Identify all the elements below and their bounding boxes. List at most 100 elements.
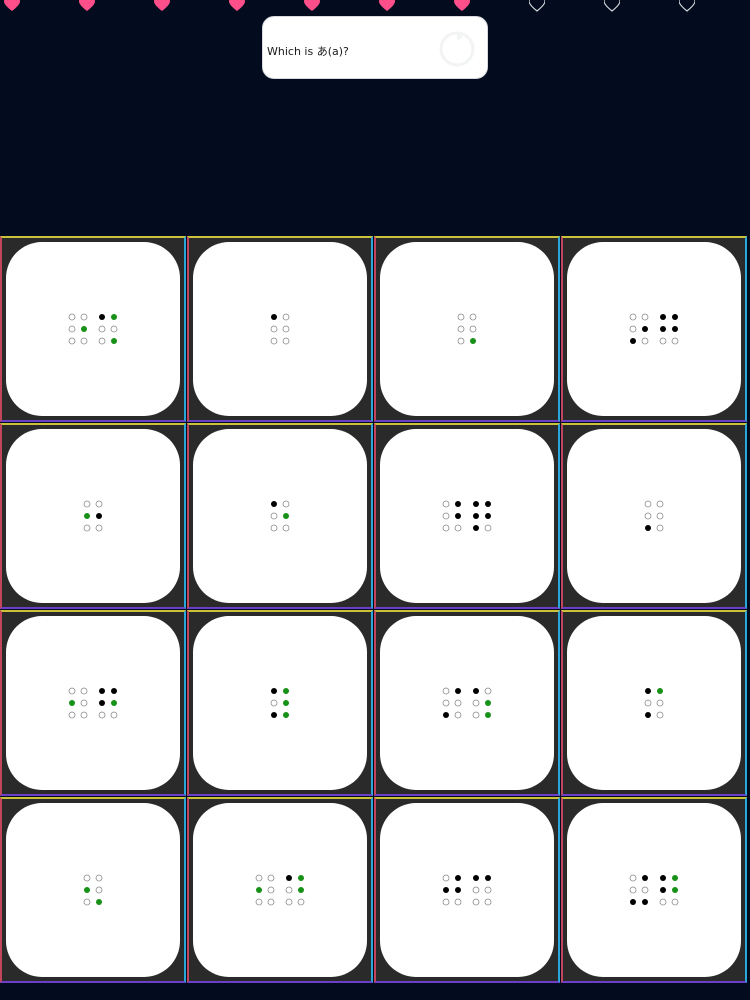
braille-dot-highlight <box>470 338 476 344</box>
braille-dot-empty <box>68 337 76 345</box>
braille-dot-empty <box>68 711 76 719</box>
braille-dot-empty <box>80 699 88 707</box>
braille-dot-empty <box>98 711 106 719</box>
braille-dot-empty <box>484 898 492 906</box>
answer-card[interactable] <box>374 610 560 796</box>
braille-dot-empty <box>80 337 88 345</box>
braille-dot-empty <box>656 500 664 508</box>
braille-dot-highlight <box>81 326 87 332</box>
braille-dot-empty <box>255 874 263 882</box>
heart-empty-icon <box>679 0 695 12</box>
braille-dot-raised <box>271 501 277 507</box>
answer-card[interactable] <box>187 236 373 422</box>
braille-dot-empty <box>110 711 118 719</box>
braille-dot-empty <box>267 898 275 906</box>
braille-dot-highlight <box>485 712 491 718</box>
answer-card[interactable] <box>561 797 747 983</box>
braille-dot-empty <box>282 500 290 508</box>
braille-dot-empty <box>457 313 465 321</box>
braille-dot-raised <box>473 875 479 881</box>
braille-card <box>567 429 741 603</box>
braille-pattern <box>442 500 492 532</box>
braille-card <box>6 242 180 416</box>
braille-dot-empty <box>454 699 462 707</box>
heart-full-icon <box>154 0 170 11</box>
braille-dot-empty <box>282 524 290 532</box>
braille-pattern <box>644 688 664 719</box>
answer-card[interactable] <box>561 236 747 422</box>
braille-card <box>380 242 554 416</box>
braille-dot-empty <box>270 524 278 532</box>
braille-dot-highlight <box>485 700 491 706</box>
braille-dot-empty <box>469 325 477 333</box>
braille-pattern <box>68 687 118 719</box>
heart-empty-icon <box>529 0 545 12</box>
braille-pattern <box>644 500 664 532</box>
heart-full-icon <box>79 0 95 11</box>
braille-dot-raised <box>473 513 479 519</box>
refresh-icon[interactable] <box>436 28 478 70</box>
answer-card[interactable] <box>187 423 373 609</box>
braille-dot-empty <box>629 313 637 321</box>
answer-card[interactable] <box>374 797 560 983</box>
braille-pattern <box>270 688 289 718</box>
answer-card[interactable] <box>561 423 747 609</box>
braille-dot-empty <box>484 524 492 532</box>
braille-dot-raised <box>271 712 277 718</box>
braille-dot-raised <box>443 887 449 893</box>
braille-dot-empty <box>641 337 649 345</box>
braille-pattern <box>629 874 679 906</box>
braille-card <box>6 803 180 977</box>
braille-card <box>380 803 554 977</box>
answer-card[interactable] <box>0 797 186 983</box>
braille-dot-empty <box>255 898 263 906</box>
braille-dot-empty <box>659 337 667 345</box>
braille-dot-empty <box>442 524 450 532</box>
braille-dot-highlight <box>84 513 90 519</box>
braille-dot-empty <box>270 337 278 345</box>
braille-dot-highlight <box>69 700 75 706</box>
braille-dot-empty <box>267 886 275 894</box>
braille-dot-raised <box>99 314 105 320</box>
braille-dot-raised <box>660 326 666 332</box>
braille-dot-raised <box>443 712 449 718</box>
braille-dot-empty <box>659 898 667 906</box>
braille-dot-raised <box>271 688 277 694</box>
braille-dot-empty <box>95 500 103 508</box>
braille-dot-highlight <box>256 887 262 893</box>
braille-dot-empty <box>95 886 103 894</box>
braille-card <box>380 616 554 790</box>
braille-dot-raised <box>473 688 479 694</box>
answer-card[interactable] <box>187 610 373 796</box>
braille-dot-empty <box>83 500 91 508</box>
answer-card[interactable] <box>0 423 186 609</box>
braille-card <box>193 429 367 603</box>
braille-dot-highlight <box>672 875 678 881</box>
braille-dot-empty <box>472 711 480 719</box>
heart-empty-icon <box>604 0 620 12</box>
braille-dot-raised <box>96 513 102 519</box>
answer-card[interactable] <box>0 236 186 422</box>
braille-dot-highlight <box>672 887 678 893</box>
braille-dot-empty <box>68 687 76 695</box>
braille-dot-empty <box>442 699 450 707</box>
braille-dot-empty <box>656 699 664 707</box>
answer-card[interactable] <box>561 610 747 796</box>
braille-dot-raised <box>630 338 636 344</box>
answer-card[interactable] <box>374 236 560 422</box>
braille-dot-raised <box>455 501 461 507</box>
braille-dot-empty <box>98 325 106 333</box>
answer-card[interactable] <box>187 797 373 983</box>
answer-card[interactable] <box>374 423 560 609</box>
braille-dot-raised <box>642 326 648 332</box>
braille-dot-empty <box>285 886 293 894</box>
braille-card <box>567 616 741 790</box>
braille-dot-highlight <box>96 899 102 905</box>
braille-dot-empty <box>644 512 652 520</box>
braille-dot-highlight <box>283 513 289 519</box>
braille-dot-empty <box>484 687 492 695</box>
answer-card[interactable] <box>0 610 186 796</box>
braille-dot-empty <box>442 512 450 520</box>
braille-dot-empty <box>641 886 649 894</box>
braille-pattern <box>270 500 290 532</box>
